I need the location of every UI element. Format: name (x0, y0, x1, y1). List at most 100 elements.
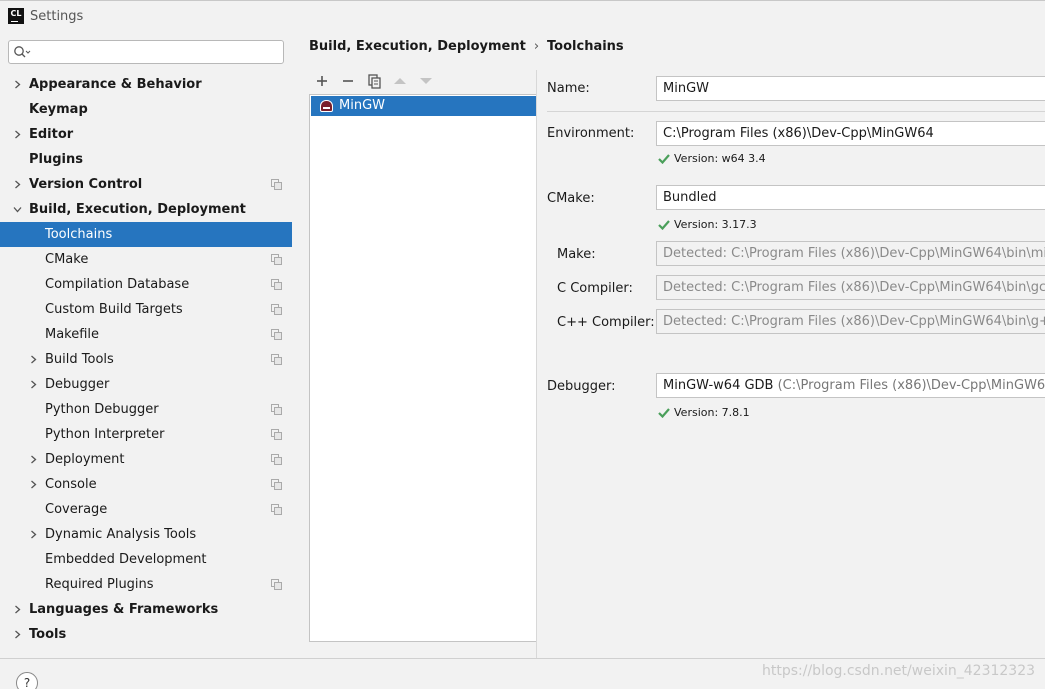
sidebar-item-python-interpreter[interactable]: Python Interpreter (0, 422, 292, 447)
debugger-select[interactable]: MinGW-w64 GDB (C:\Program Files (x86)\De… (656, 373, 1045, 398)
breadcrumb-parent[interactable]: Build, Execution, Deployment (309, 39, 526, 54)
project-scope-icon (271, 479, 282, 490)
project-scope-icon (271, 354, 282, 365)
toolchain-item-label: MinGW (339, 98, 385, 113)
sidebar-item-label: Custom Build Targets (45, 302, 183, 317)
sidebar-item-label: Toolchains (45, 227, 113, 242)
sidebar-item-python-debugger[interactable]: Python Debugger (0, 397, 292, 422)
project-scope-icon (271, 429, 282, 440)
chevron-right-icon[interactable] (13, 80, 22, 89)
sidebar-item-label: Version Control (29, 177, 143, 192)
chevron-down-icon[interactable] (13, 205, 22, 214)
title-bar: CL Settings (0, 0, 1045, 30)
arrow-up-icon (394, 78, 406, 84)
project-scope-icon (271, 304, 282, 315)
chevron-right-icon[interactable] (29, 355, 38, 364)
help-button[interactable]: ? (16, 672, 38, 689)
sidebar-item-embedded-development[interactable]: Embedded Development (0, 547, 292, 572)
project-scope-icon (271, 329, 282, 340)
sidebar-item-label: Deployment (45, 452, 125, 467)
sidebar-item-label: Editor (29, 127, 74, 142)
debugger-label: Debugger: (547, 379, 616, 394)
clion-app-icon: CL (8, 8, 24, 24)
sidebar-item-label: Keymap (29, 102, 88, 117)
cmake-select[interactable]: Bundled (656, 185, 1045, 210)
project-scope-icon (271, 279, 282, 290)
sidebar-item-label: Coverage (45, 502, 108, 517)
sidebar-item-label: Build Tools (45, 352, 114, 367)
sidebar-item-plugins[interactable]: Plugins (0, 147, 292, 172)
toolchain-list[interactable]: MinGW (309, 94, 537, 642)
project-scope-icon (271, 504, 282, 515)
settings-sidebar: Appearance & Behavior Keymap Editor Plugins… (0, 30, 292, 658)
project-scope-icon (271, 454, 282, 465)
sidebar-item-label: Languages & Frameworks (29, 602, 219, 617)
copy-icon (368, 74, 381, 89)
sidebar-item-tools[interactable]: Tools (0, 622, 292, 647)
chevron-right-icon[interactable] (13, 180, 22, 189)
form-separator (547, 111, 1045, 112)
chevron-right-icon[interactable] (29, 455, 38, 464)
gnu-icon (320, 100, 333, 112)
breadcrumb: Build, Execution, Deployment › Toolchains (309, 39, 624, 54)
chevron-right-icon[interactable] (29, 480, 38, 489)
make-label: Make: (557, 247, 596, 262)
checkmark-icon (658, 220, 670, 230)
move-up-button[interactable] (390, 71, 410, 91)
remove-toolchain-button[interactable] (338, 71, 358, 91)
name-field[interactable]: MinGW (656, 76, 1045, 101)
chevron-right-icon[interactable] (13, 130, 22, 139)
panel-divider (536, 70, 537, 670)
plus-icon (317, 76, 327, 86)
checkmark-icon (658, 408, 670, 418)
chevron-right-icon[interactable] (29, 530, 38, 539)
cpp-compiler-field[interactable]: Detected: C:\Program Files (x86)\Dev-Cpp… (656, 309, 1045, 334)
sidebar-item-editor[interactable]: Editor (0, 122, 292, 147)
project-scope-icon (271, 254, 282, 265)
name-label: Name: (547, 81, 590, 96)
arrow-down-icon (420, 78, 432, 84)
toolchains-panel: Build, Execution, Deployment › Toolchains … (292, 30, 1045, 670)
sidebar-item-required-plugins[interactable]: Required Plugins (0, 572, 292, 597)
sidebar-item-build-execution-deployment[interactable]: Build, Execution, Deployment (0, 197, 292, 222)
sidebar-item-build-tools[interactable]: Build Tools (0, 347, 292, 372)
sidebar-item-makefile[interactable]: Makefile (0, 322, 292, 347)
project-scope-icon (271, 179, 282, 190)
environment-field[interactable]: C:\Program Files (x86)\Dev-Cpp\MinGW64 (656, 121, 1045, 146)
sidebar-item-cmake[interactable]: CMake (0, 247, 292, 272)
sidebar-item-deployment[interactable]: Deployment (0, 447, 292, 472)
chevron-right-icon[interactable] (13, 605, 22, 614)
environment-label: Environment: (547, 126, 635, 141)
sidebar-item-languages-frameworks[interactable]: Languages & Frameworks (0, 597, 292, 622)
sidebar-item-label: Tools (29, 627, 67, 642)
add-toolchain-button[interactable] (312, 71, 332, 91)
copy-toolchain-button[interactable] (364, 71, 384, 91)
chevron-right-icon[interactable] (29, 380, 38, 389)
toolchain-item-mingw[interactable]: MinGW (311, 96, 536, 116)
c-compiler-label: C Compiler: (557, 281, 633, 296)
sidebar-item-label: Debugger (45, 377, 110, 392)
search-input[interactable] (8, 40, 284, 64)
sidebar-item-compilation-database[interactable]: Compilation Database (0, 272, 292, 297)
sidebar-item-dynamic-analysis-tools[interactable]: Dynamic Analysis Tools (0, 522, 292, 547)
sidebar-item-version-control[interactable]: Version Control (0, 172, 292, 197)
sidebar-item-appearance-behavior[interactable]: Appearance & Behavior (0, 72, 292, 97)
sidebar-item-keymap[interactable]: Keymap (0, 97, 292, 122)
checkmark-icon (658, 154, 670, 164)
breadcrumb-separator: › (533, 39, 540, 54)
breadcrumb-current: Toolchains (547, 39, 624, 54)
move-down-button[interactable] (416, 71, 436, 91)
make-field[interactable]: Detected: C:\Program Files (x86)\Dev-Cpp… (656, 241, 1045, 266)
sidebar-item-debugger[interactable]: Debugger (0, 372, 292, 397)
sidebar-item-label: Dynamic Analysis Tools (45, 527, 197, 542)
project-scope-icon (271, 404, 282, 415)
sidebar-item-custom-build-targets[interactable]: Custom Build Targets (0, 297, 292, 322)
search-icon (14, 46, 31, 58)
c-compiler-field[interactable]: Detected: C:\Program Files (x86)\Dev-Cpp… (656, 275, 1045, 300)
sidebar-item-toolchains[interactable]: Toolchains (0, 222, 292, 247)
sidebar-item-console[interactable]: Console (0, 472, 292, 497)
sidebar-item-coverage[interactable]: Coverage (0, 497, 292, 522)
chevron-right-icon[interactable] (13, 630, 22, 639)
sidebar-item-label: Python Debugger (45, 402, 159, 417)
sidebar-item-label: Required Plugins (45, 577, 154, 592)
